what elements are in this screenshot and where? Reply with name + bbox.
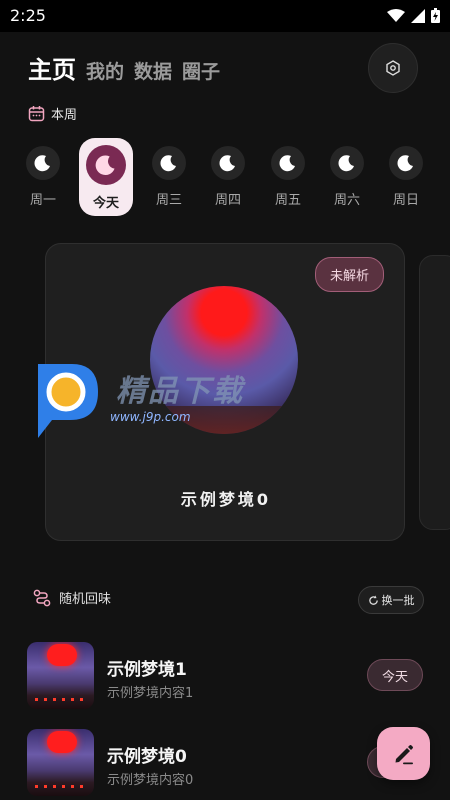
moon-icon bbox=[86, 145, 126, 185]
wifi-icon bbox=[387, 8, 405, 22]
next-dream-card[interactable] bbox=[419, 255, 450, 530]
week-label[interactable]: 本周 bbox=[28, 104, 77, 123]
list-item-title: 示例梦境0 bbox=[107, 747, 187, 767]
moon-icon bbox=[389, 146, 423, 180]
day-label: 今天 bbox=[92, 196, 119, 211]
day-label: 周六 bbox=[333, 193, 360, 208]
day-fri[interactable]: 周五 bbox=[262, 138, 314, 208]
day-wed[interactable]: 周三 bbox=[143, 138, 195, 208]
battery-icon bbox=[431, 8, 440, 23]
day-label: 周日 bbox=[392, 193, 419, 208]
status-icons bbox=[387, 8, 440, 23]
tab-data[interactable]: 数据 bbox=[134, 57, 172, 84]
moon-icon bbox=[271, 146, 305, 180]
watermark-text: 精品下载 bbox=[116, 374, 244, 409]
dream-thumbnail bbox=[27, 642, 94, 709]
write-dream-button[interactable] bbox=[377, 727, 430, 780]
unanalyzed-badge: 未解析 bbox=[314, 257, 384, 292]
dream-card-title: 示例梦境0 bbox=[180, 490, 272, 509]
tab-circle[interactable]: 圈子 bbox=[182, 57, 220, 84]
day-sat[interactable]: 周六 bbox=[321, 138, 373, 208]
settings-button[interactable] bbox=[368, 43, 418, 93]
moon-icon bbox=[152, 146, 186, 180]
random-recall-header: 随机回味 bbox=[33, 588, 111, 607]
day-label: 周五 bbox=[274, 193, 301, 208]
list-item-subtitle: 示例梦境内容0 bbox=[107, 773, 194, 788]
watermark: 精品下载 www.j9p.com bbox=[24, 358, 274, 440]
tab-mine[interactable]: 我的 bbox=[86, 57, 124, 84]
day-selector: 周一 今天 周三 周四 周五 周六 周日 bbox=[0, 138, 450, 218]
day-label: 周四 bbox=[214, 193, 241, 208]
settings-icon bbox=[386, 60, 400, 76]
day-sun[interactable]: 周日 bbox=[380, 138, 432, 208]
status-bar: 2:25 bbox=[0, 0, 450, 32]
watermark-url: www.j9p.com bbox=[110, 410, 191, 424]
status-time: 2:25 bbox=[10, 6, 46, 25]
day-label: 周一 bbox=[29, 193, 56, 208]
refresh-icon bbox=[368, 594, 378, 605]
moon-icon bbox=[26, 146, 60, 180]
random-recall-label: 随机回味 bbox=[59, 592, 112, 607]
date-badge: 今天 bbox=[367, 659, 423, 691]
moon-icon bbox=[330, 146, 364, 180]
list-item-subtitle: 示例梦境内容1 bbox=[107, 686, 194, 701]
route-icon bbox=[33, 589, 51, 606]
week-label-text: 本周 bbox=[51, 108, 78, 123]
top-tabs: 主页 我的 数据 圈子 bbox=[28, 50, 220, 85]
day-thu[interactable]: 周四 bbox=[202, 138, 254, 208]
day-today[interactable]: 今天 bbox=[79, 138, 133, 216]
refresh-batch-button[interactable]: 换一批 bbox=[358, 586, 424, 614]
list-item[interactable]: 示例梦境1 示例梦境内容1 今天 bbox=[27, 642, 427, 712]
moon-icon bbox=[211, 146, 245, 180]
watermark-logo-icon bbox=[38, 364, 98, 438]
refresh-batch-label: 换一批 bbox=[381, 594, 415, 607]
pen-icon bbox=[395, 744, 413, 764]
day-label: 周三 bbox=[155, 193, 182, 208]
calendar-icon bbox=[28, 106, 45, 122]
signal-icon bbox=[411, 8, 425, 23]
tab-home[interactable]: 主页 bbox=[28, 50, 76, 85]
day-mon[interactable]: 周一 bbox=[17, 138, 69, 208]
dream-thumbnail bbox=[27, 729, 94, 796]
list-item[interactable]: 示例梦境0 示例梦境内容0 今天 bbox=[27, 729, 427, 799]
list-item-title: 示例梦境1 bbox=[107, 660, 187, 680]
